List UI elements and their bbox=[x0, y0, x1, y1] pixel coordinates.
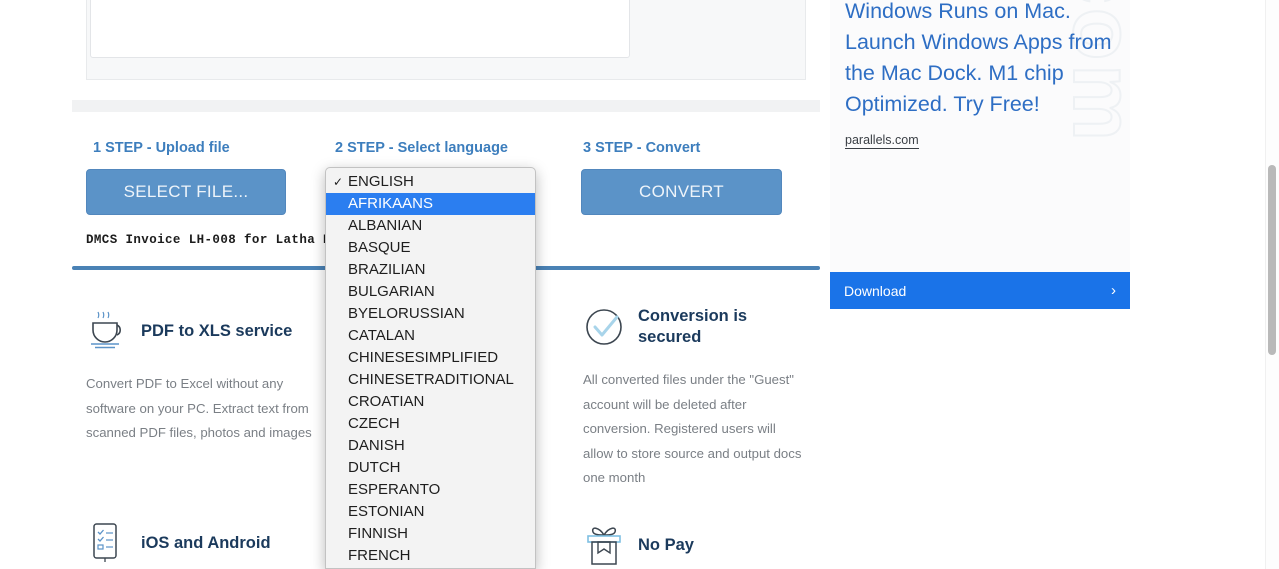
convert-button[interactable]: CONVERT bbox=[581, 169, 782, 215]
check-icon: ✓ bbox=[333, 175, 344, 189]
feature-body: All converted files under the "Guest" ac… bbox=[583, 372, 802, 485]
mobile-checklist-icon bbox=[86, 522, 130, 564]
language-option-label: ALBANIAN bbox=[348, 217, 423, 234]
language-option-label: ESPERANTO bbox=[348, 481, 441, 498]
feature-body: Convert PDF to Excel without any softwar… bbox=[86, 376, 312, 440]
vertical-scrollbar-track[interactable] bbox=[1265, 0, 1279, 569]
feature-ios-and-android: iOS and Android bbox=[86, 522, 271, 564]
feature-header: PDF to XLS service bbox=[86, 310, 312, 352]
select-file-button[interactable]: SELECT FILE... bbox=[86, 169, 286, 215]
language-option[interactable]: DANISH bbox=[326, 435, 535, 457]
feature-no-pay: No Pay bbox=[583, 524, 694, 566]
language-option[interactable]: CATALAN bbox=[326, 325, 535, 347]
language-option-label: CHINESETRADITIONAL bbox=[348, 371, 514, 388]
feature-title: Conversion is secured bbox=[638, 307, 748, 346]
feature-title: PDF to XLS service bbox=[141, 321, 293, 340]
language-option[interactable]: DUTCH bbox=[326, 457, 535, 479]
language-option[interactable]: AFRIKAANS bbox=[326, 193, 535, 215]
feature-header: iOS and Android bbox=[86, 522, 271, 564]
language-option[interactable]: CROATIAN bbox=[326, 391, 535, 413]
page-root: parallels.com Download 1 STEP - Upload f… bbox=[0, 0, 1279, 569]
feature-conversion-secured: Conversion is secured All converted file… bbox=[583, 306, 809, 491]
language-dropdown-list[interactable]: ✓ ENGLISH AFRIKAANS ALBANIAN BASQUE BRAZILIAN… bbox=[325, 167, 536, 569]
language-option-label: AFRIKAANS bbox=[348, 195, 434, 212]
top-ad-card: parallels.com Download bbox=[90, 0, 630, 58]
language-option-label: CATALAN bbox=[348, 327, 415, 344]
vertical-scrollbar-thumb[interactable] bbox=[1268, 165, 1276, 355]
language-option-label: CROATIAN bbox=[348, 393, 425, 410]
language-option[interactable]: CHINESETRADITIONAL bbox=[326, 369, 535, 391]
step-2-title: 2 STEP - Select language bbox=[335, 140, 508, 156]
language-option[interactable]: BYELORUSSIAN bbox=[326, 303, 535, 325]
selected-file-name: DMCS Invoice LH-008 for Latha R bbox=[86, 233, 331, 247]
feature-header: No Pay bbox=[583, 524, 694, 566]
chevron-right-icon: › bbox=[1111, 282, 1116, 299]
coffee-cup-icon bbox=[86, 310, 130, 352]
feature-header: Conversion is secured bbox=[583, 306, 809, 348]
language-option-label: BRAZILIAN bbox=[348, 261, 426, 278]
language-option[interactable]: BASQUE bbox=[326, 237, 535, 259]
step-1-title: 1 STEP - Upload file bbox=[93, 140, 230, 156]
language-option-label: BYELORUSSIAN bbox=[348, 305, 465, 322]
language-option[interactable]: BULGARIAN bbox=[326, 281, 535, 303]
section-spacer-bar bbox=[72, 100, 820, 112]
language-option-label: DUTCH bbox=[348, 459, 401, 476]
language-option-label: FINNISH bbox=[348, 525, 408, 542]
feature-title: No Pay bbox=[638, 535, 694, 554]
language-option-label: FRENCH bbox=[348, 547, 411, 564]
language-option-label: BASQUE bbox=[348, 239, 411, 256]
gift-box-icon bbox=[583, 524, 627, 566]
language-option-label: CHINESESIMPLIFIED bbox=[348, 349, 499, 366]
language-option[interactable]: ESPERANTO bbox=[326, 479, 535, 501]
language-option-label: ENGLISH bbox=[348, 173, 414, 190]
side-ad-download-button[interactable]: Download › bbox=[830, 272, 1130, 309]
step-3-title: 3 STEP - Convert bbox=[583, 140, 701, 156]
language-option-label: ESTONIAN bbox=[348, 503, 425, 520]
feature-title: iOS and Android bbox=[141, 533, 271, 552]
side-ad-download-label: Download bbox=[844, 282, 907, 299]
language-option[interactable]: ✓ ENGLISH bbox=[326, 171, 535, 193]
language-option[interactable]: CHINESESIMPLIFIED bbox=[326, 347, 535, 369]
language-option-label: BULGARIAN bbox=[348, 283, 435, 300]
language-option[interactable]: FRENCH bbox=[326, 545, 535, 567]
language-option[interactable]: BRAZILIAN bbox=[326, 259, 535, 281]
feature-pdf-to-xls: PDF to XLS service Convert PDF to Excel … bbox=[86, 310, 312, 446]
side-ad-container: com Windows Runs on Mac. Launch Windows … bbox=[830, 0, 1130, 272]
language-option[interactable]: FINNISH bbox=[326, 523, 535, 545]
side-ad-headline: Windows Runs on Mac. Launch Windows Apps… bbox=[845, 0, 1112, 116]
language-option[interactable]: CZECH bbox=[326, 413, 535, 435]
language-option[interactable]: ESTONIAN bbox=[326, 501, 535, 523]
side-ad-url-link[interactable]: parallels.com bbox=[845, 133, 919, 149]
check-circle-icon bbox=[583, 306, 627, 348]
language-option-label: CZECH bbox=[348, 415, 400, 432]
language-option[interactable]: ALBANIAN bbox=[326, 215, 535, 237]
language-option-label: DANISH bbox=[348, 437, 405, 454]
